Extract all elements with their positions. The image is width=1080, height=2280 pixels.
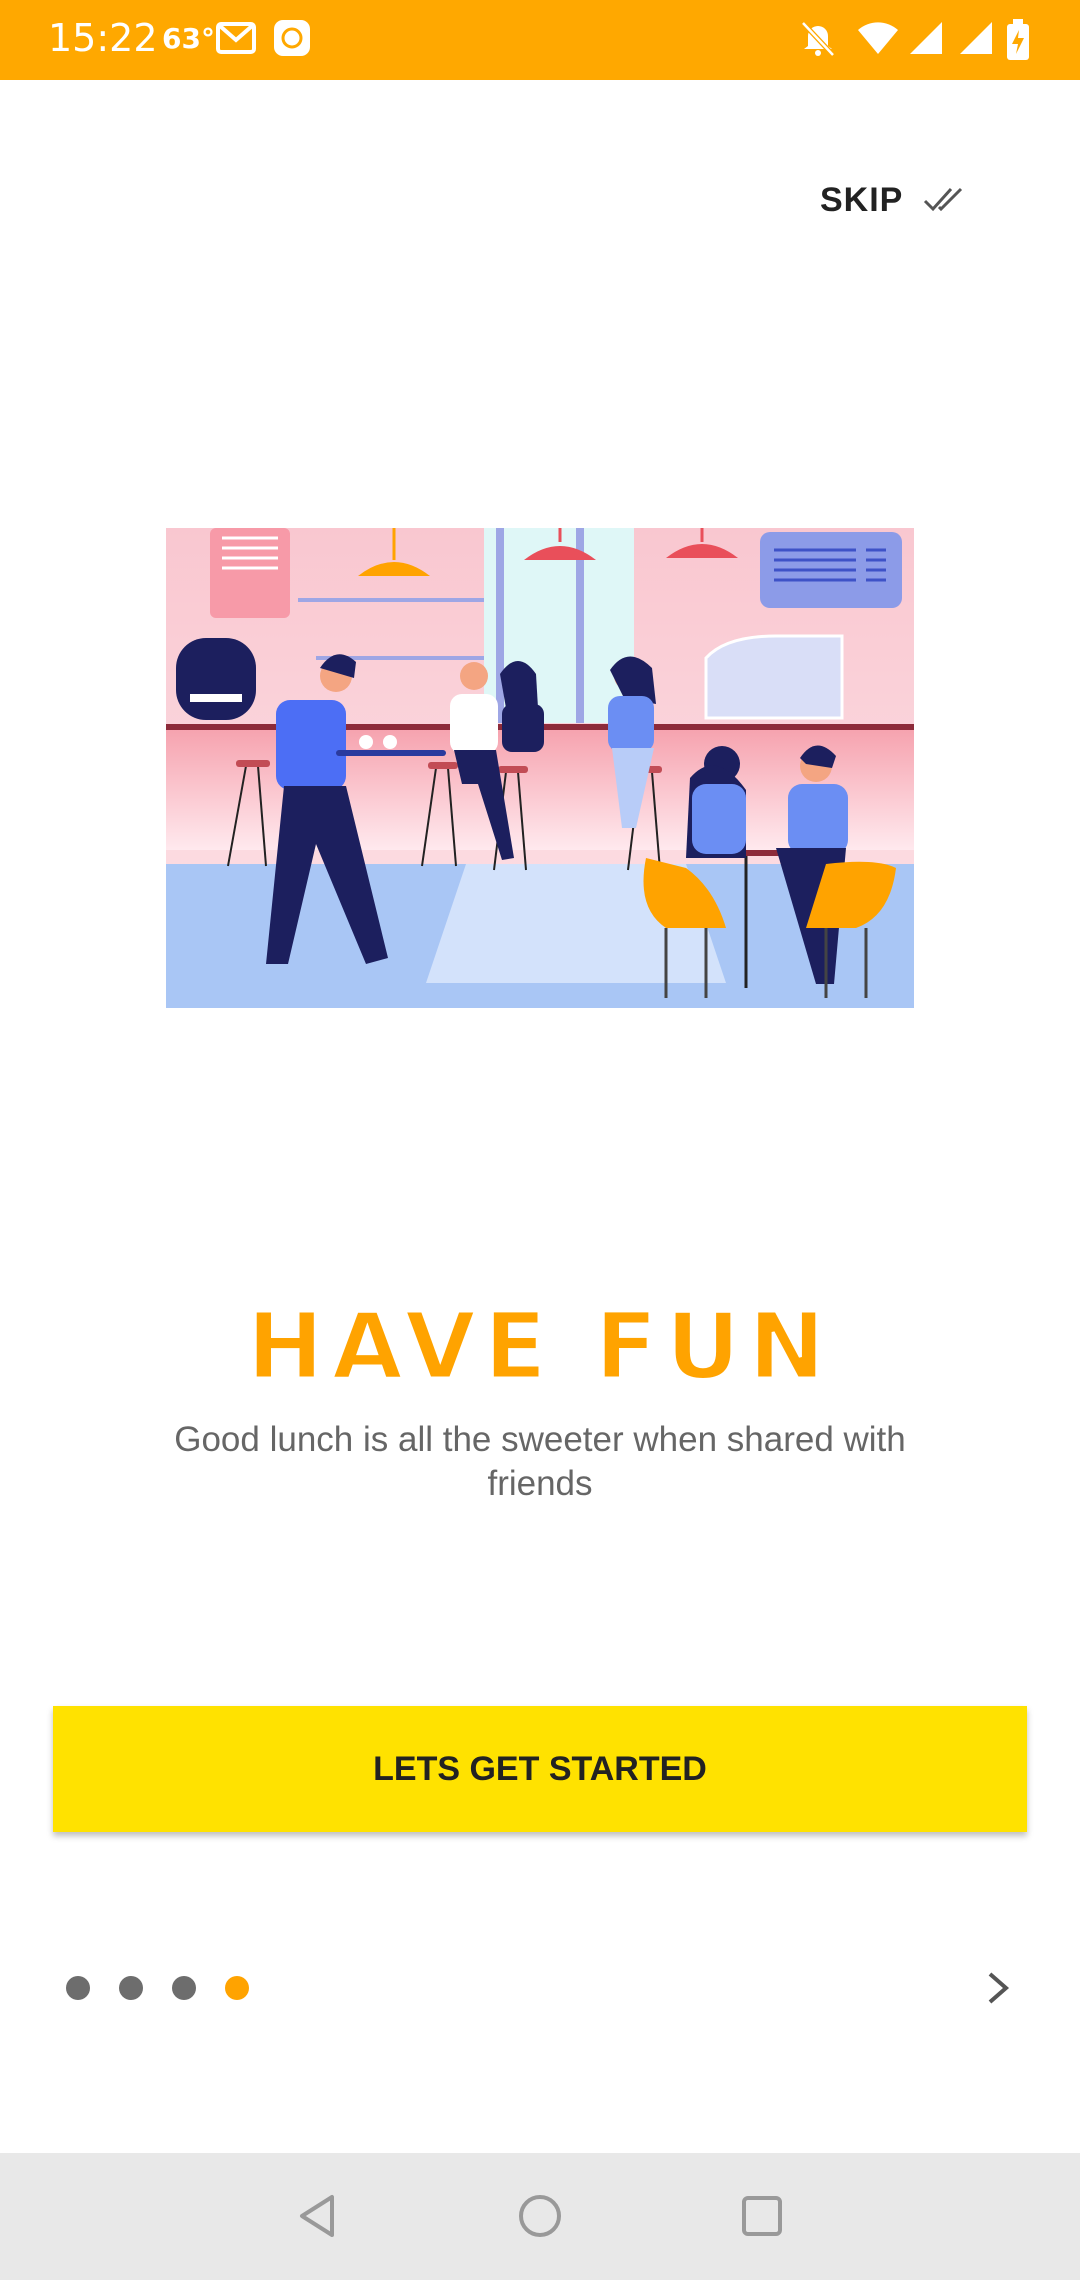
page-indicator bbox=[66, 1976, 249, 2000]
skip-button[interactable]: SKIP bbox=[820, 170, 969, 230]
recents-icon[interactable] bbox=[737, 2191, 787, 2241]
system-nav-bar bbox=[0, 2153, 1080, 2280]
gmail-icon bbox=[216, 22, 256, 54]
double-check-icon bbox=[924, 187, 963, 212]
chevron-right-icon[interactable] bbox=[976, 1966, 1020, 2010]
battery-charging-icon bbox=[1007, 19, 1029, 60]
page-title: HAVE FUN bbox=[245, 1292, 834, 1401]
signal-icon bbox=[960, 22, 992, 54]
page-subtitle: Good lunch is all the sweeter when share… bbox=[174, 1420, 906, 1503]
back-icon[interactable] bbox=[294, 2191, 344, 2241]
status-bar: 15:22 63° x bbox=[0, 0, 1080, 80]
cafe-illustration bbox=[166, 528, 914, 1008]
signal-icon bbox=[910, 22, 942, 54]
mi-app-icon bbox=[274, 20, 310, 56]
page-dot-active[interactable] bbox=[225, 1976, 249, 2000]
status-temperature: 63° bbox=[162, 22, 215, 55]
page-dot[interactable] bbox=[119, 1976, 143, 2000]
bell-muted-icon bbox=[801, 21, 835, 57]
status-time: 15:22 bbox=[48, 16, 158, 60]
get-started-button[interactable]: LETS GET STARTED bbox=[53, 1706, 1027, 1832]
wifi-icon: x bbox=[858, 22, 898, 54]
skip-label: SKIP bbox=[820, 180, 904, 219]
page-dot[interactable] bbox=[66, 1976, 90, 2000]
home-icon[interactable] bbox=[515, 2191, 565, 2241]
page-dot[interactable] bbox=[172, 1976, 196, 2000]
page-title-text: HAVE FUN bbox=[247, 1293, 834, 1400]
